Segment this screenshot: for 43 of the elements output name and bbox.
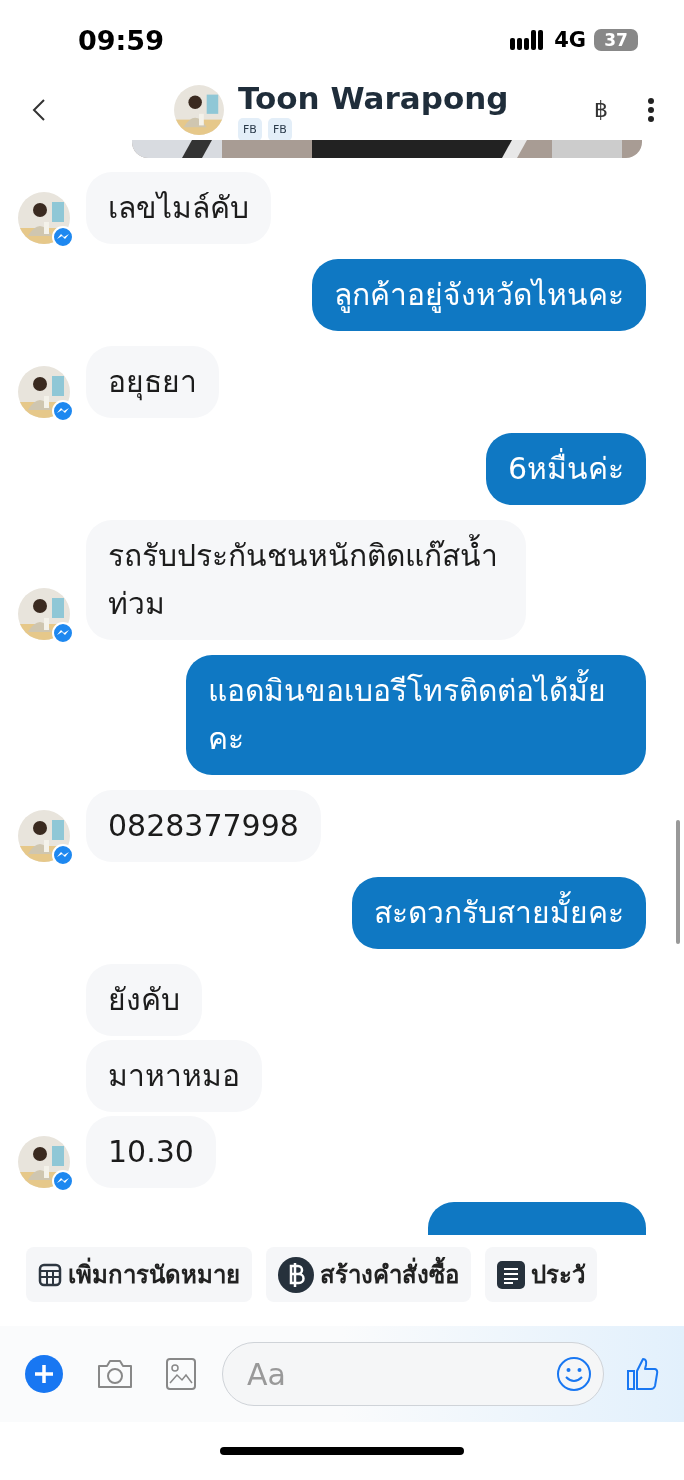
message-bubble: เลขไมล์คับ xyxy=(86,172,271,244)
avatar xyxy=(18,810,70,862)
message-bubble: 0828377998 xyxy=(86,790,321,862)
source-tag: FB xyxy=(267,117,292,141)
message-bubble: มาหาหมอ xyxy=(86,1040,262,1112)
avatar xyxy=(18,366,70,418)
quick-action-chip[interactable]: เพิ่มการนัดหมาย xyxy=(26,1247,252,1302)
source-tag: FB xyxy=(238,117,262,141)
avatar xyxy=(174,85,224,135)
contact-name: Toon Warapong xyxy=(238,79,509,116)
avatar xyxy=(18,588,70,640)
messenger-icon xyxy=(52,622,74,644)
calendar-icon xyxy=(38,1262,62,1287)
document-icon xyxy=(497,1260,525,1289)
image-button[interactable] xyxy=(166,1358,196,1390)
baht-icon xyxy=(278,1256,314,1293)
message-bubble: 10.30 xyxy=(86,1116,216,1188)
messenger-icon xyxy=(52,844,74,866)
more-button[interactable] xyxy=(648,98,654,122)
quick-action-chip[interactable]: ประวั xyxy=(485,1247,597,1302)
battery-level: 37 xyxy=(594,29,638,51)
message-input[interactable]: Aa xyxy=(222,1342,604,1406)
avatar xyxy=(18,192,70,244)
messenger-icon xyxy=(52,1170,74,1192)
camera-button[interactable] xyxy=(96,1358,134,1390)
add-button[interactable] xyxy=(24,1354,64,1394)
avatar xyxy=(18,1136,70,1188)
like-button[interactable] xyxy=(626,1356,660,1392)
emoji-icon[interactable] xyxy=(556,1356,592,1392)
network-label: 4G xyxy=(554,28,586,52)
message-bubble: ยังคับ xyxy=(86,964,202,1036)
back-button[interactable] xyxy=(32,98,46,122)
message-bubble: แอดมินขอเบอรีโทรติดต่อได้มั้ยคะ xyxy=(186,655,646,775)
status-time: 09:59 xyxy=(78,24,164,56)
message-bubble: อยุธยา xyxy=(86,346,219,418)
messenger-icon xyxy=(52,400,74,422)
message-bubble: 6หมื่นค่ะ xyxy=(485,433,646,505)
messenger-icon xyxy=(52,226,74,248)
message-bubble: สะดวกรับสายมั้ยคะ xyxy=(352,877,646,949)
message-bubble: ลูกค้าอยู่จังหวัดไหนคะ xyxy=(312,259,646,331)
quick-action-chip[interactable]: สร้างคำสั่งซื้อ xyxy=(266,1247,471,1302)
message-bubble: รถรับประกันชนหนักติดแก๊สน้ำท่วม xyxy=(86,520,526,640)
payment-button[interactable]: ฿ xyxy=(594,97,608,123)
